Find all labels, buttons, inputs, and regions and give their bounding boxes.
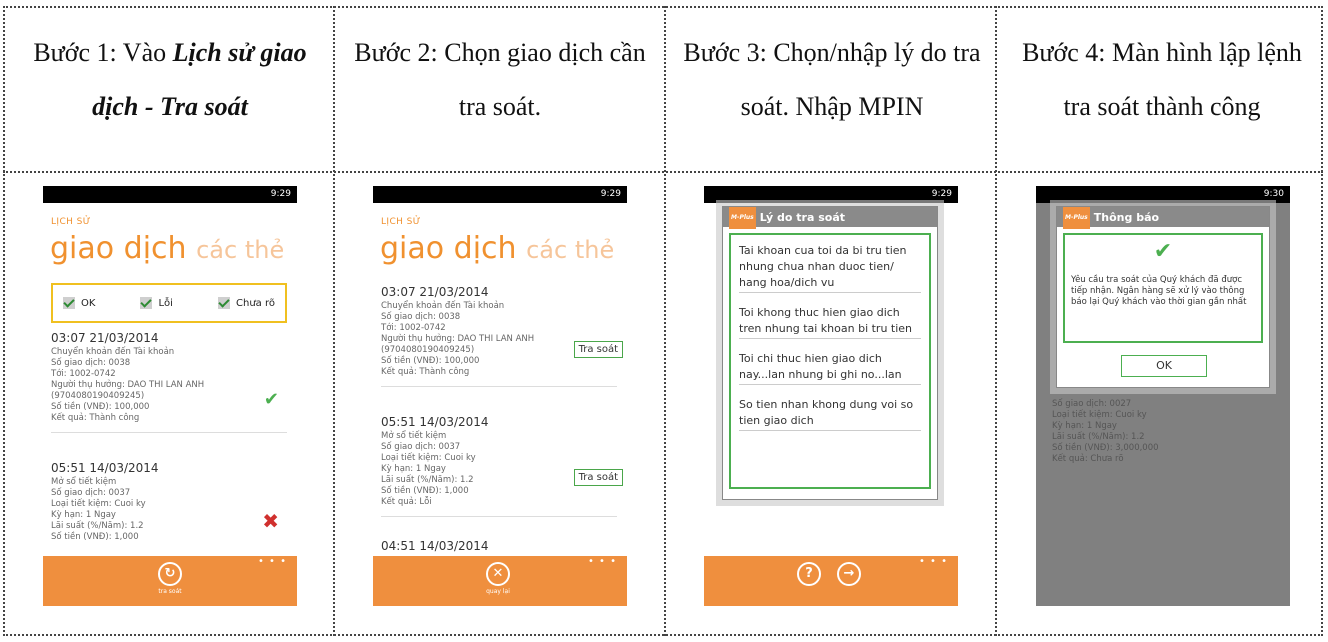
tra-soat-button[interactable]: Tra soát — [573, 341, 623, 358]
reason-option[interactable]: So tien nhan khong dung voi so tien giao… — [739, 397, 921, 431]
next-arrow-icon[interactable]: → — [837, 562, 861, 586]
checkbox-checked-icon — [140, 297, 153, 309]
row-divider — [3, 171, 1323, 173]
notification-dialog: M-Plus Thông báo ✔ Yêu cầu tra soát của Q… — [1056, 206, 1270, 388]
app-bar: • • • ✕ quay lại — [373, 556, 627, 606]
more-icon[interactable]: • • • — [258, 556, 287, 567]
mplus-logo: M-Plus — [1063, 207, 1090, 229]
reason-dialog: M-Plus Lý do tra soát Tai khoan cua toi d… — [722, 206, 938, 500]
tx-time: 05:51 14/03/2014 — [51, 461, 159, 475]
tx-time: 05:51 14/03/2014 — [381, 415, 489, 429]
appbar-label: tra soát — [158, 588, 182, 595]
ok-button[interactable]: OK — [1121, 355, 1207, 377]
transaction-item[interactable]: 04:51 14/03/2014 — [381, 539, 617, 555]
tab-giao-dich[interactable]: giao dịch — [50, 231, 187, 266]
column-divider — [664, 6, 666, 636]
step-1-prefix: Bước 1: Vào — [33, 38, 173, 67]
transaction-item[interactable]: 05:51 14/03/2014 Mở sổ tiết kiệm Số giao… — [381, 415, 617, 517]
mplus-logo: M-Plus — [729, 207, 756, 229]
step-4-caption: Bước 4: Màn hình lập lệnh tra soát thành… — [1022, 38, 1302, 121]
tab-cac-the[interactable]: các thẻ — [196, 236, 284, 264]
success-check-icon: ✔ — [1153, 239, 1173, 264]
step-3-caption: Bước 3: Chọn/nhập lý do tra soát. Nhập M… — [683, 38, 981, 121]
phone-screen-4: 9:30 Số giao dịch: 0027 Loại tiết kiệm: … — [1036, 186, 1290, 606]
appbar-label: quay lại — [486, 588, 510, 595]
failure-x-icon: ✖ — [262, 509, 279, 533]
help-icon[interactable]: ? — [797, 562, 821, 586]
transaction-item[interactable]: 03:07 21/03/2014 Chuyển khoản đến Tài kh… — [51, 331, 287, 433]
filter-ok[interactable]: OK — [63, 297, 95, 309]
reason-option[interactable]: Toi chi thuc hien giao dich nay...lan nh… — [739, 351, 921, 385]
more-icon[interactable]: • • • — [919, 556, 948, 567]
page-title: LỊCH SỬ — [381, 217, 421, 227]
checkbox-checked-icon — [63, 297, 75, 309]
tx-time: 03:07 21/03/2014 — [51, 331, 159, 345]
pivot-header: giao dịch các thẻ — [50, 231, 284, 266]
phone-screen-1: 9:29 LỊCH SỬ giao dịch các thẻ OK Lỗi Ch… — [43, 186, 297, 606]
phone-screen-3: 9:29 M-Plus Lý do tra soát Tai khoan cua … — [704, 186, 958, 606]
column-divider — [995, 6, 997, 636]
dialog-title: M-Plus Lý do tra soát — [723, 207, 937, 229]
page-title: LỊCH SỬ — [51, 217, 91, 227]
status-bar: 9:30 — [1036, 186, 1290, 203]
more-icon[interactable]: • • • — [588, 556, 617, 567]
refresh-icon[interactable]: ↻ — [158, 562, 182, 586]
close-icon[interactable]: ✕ — [486, 562, 510, 586]
phone-screen-2: 9:29 LỊCH SỬ giao dịch các thẻ 03:07 21/… — [373, 186, 627, 606]
reason-option[interactable]: Tai khoan cua toi da bi tru tien nhung c… — [739, 243, 921, 293]
notification-message: Yêu cầu tra soát của Quý khách đã được t… — [1071, 275, 1247, 307]
checkbox-checked-icon — [218, 297, 230, 309]
success-check-icon: ✔ — [263, 389, 279, 410]
filter-chua-ro[interactable]: Chưa rõ — [218, 297, 275, 309]
reason-option[interactable]: Toi khong thuc hien giao dich tren nhung… — [739, 305, 921, 339]
column-divider — [333, 6, 335, 636]
pivot-header: giao dịch các thẻ — [380, 231, 614, 266]
transaction-item[interactable]: 05:51 14/03/2014 Mở sổ tiết kiệm Số giao… — [51, 461, 287, 543]
status-bar: 9:29 — [373, 186, 627, 203]
notification-box: ✔ Yêu cầu tra soát của Quý khách đã được… — [1063, 233, 1263, 343]
tx-time: 03:07 21/03/2014 — [381, 285, 489, 299]
reason-list: Tai khoan cua toi da bi tru tien nhung c… — [729, 233, 931, 489]
step-2-caption: Bước 2: Chọn giao dịch cần tra soát. — [354, 38, 646, 121]
tab-cac-the[interactable]: các thẻ — [526, 236, 614, 264]
status-bar: 9:29 — [43, 186, 297, 203]
status-bar: 9:29 — [704, 186, 958, 203]
status-filter: OK Lỗi Chưa rõ — [51, 283, 287, 323]
transaction-item[interactable]: 03:07 21/03/2014 Chuyển khoản đến Tài kh… — [381, 285, 617, 387]
tx-time: 04:51 14/03/2014 — [381, 539, 489, 553]
tra-soat-button[interactable]: Tra soát — [573, 469, 623, 486]
dialog-title: M-Plus Thông báo — [1057, 207, 1269, 229]
app-bar: • • • ↻ tra soát — [43, 556, 297, 606]
tab-giao-dich[interactable]: giao dịch — [380, 231, 517, 266]
app-bar: • • • ? → — [704, 556, 958, 606]
filter-loi[interactable]: Lỗi — [140, 297, 173, 309]
step-1-caption: Bước 1: Vào Lịch sử giao dịch - Tra soát — [14, 26, 326, 166]
